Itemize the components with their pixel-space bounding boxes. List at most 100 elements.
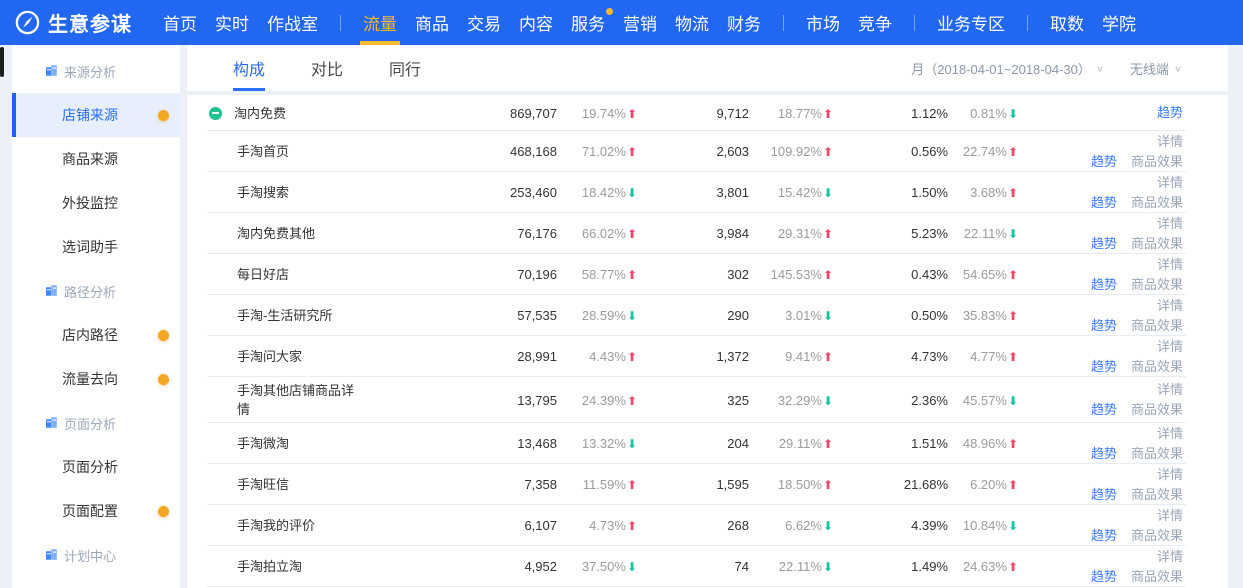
- detail-link[interactable]: 详情: [1157, 426, 1183, 441]
- trend-link[interactable]: 趋势: [1091, 195, 1117, 210]
- nav-item-物流[interactable]: 物流: [666, 0, 718, 45]
- detail-link[interactable]: 详情: [1157, 467, 1183, 482]
- product-effect-link[interactable]: 商品效果: [1131, 154, 1183, 169]
- nav-item-竞争[interactable]: 竞争: [849, 0, 901, 45]
- sidebar-section-路径分析: 路径分析: [12, 282, 116, 301]
- product-effect-link[interactable]: 商品效果: [1131, 487, 1183, 502]
- tab-构成[interactable]: 构成: [233, 45, 265, 91]
- nav-item-内容[interactable]: 内容: [510, 0, 562, 45]
- trend-link[interactable]: 趋势: [1091, 487, 1117, 502]
- nav-item-流量[interactable]: 流量: [354, 0, 406, 45]
- tab-label: 构成: [233, 56, 265, 80]
- trend-link[interactable]: 趋势: [1091, 402, 1117, 417]
- detail-link[interactable]: 详情: [1157, 257, 1183, 272]
- sidebar-row: 计划中心: [12, 533, 180, 577]
- detail-link[interactable]: 详情: [1157, 134, 1183, 149]
- sidebar-item-运营计划[interactable]: 运营计划: [12, 577, 180, 588]
- product-effect-link[interactable]: 商品效果: [1131, 402, 1183, 417]
- conversion-cell-value: 0.56%: [911, 144, 948, 159]
- buyers-change-cell: 15.42%⬇: [757, 185, 841, 200]
- tab-同行[interactable]: 同行: [389, 45, 421, 91]
- buyers-change-cell-value: 29.11%: [779, 436, 822, 451]
- tab-对比[interactable]: 对比: [311, 45, 343, 91]
- nav-item-作战室[interactable]: 作战室: [258, 0, 327, 45]
- trend-link[interactable]: 趋势: [1091, 528, 1117, 543]
- nav-item-市场[interactable]: 市场: [797, 0, 849, 45]
- detail-link[interactable]: 详情: [1157, 382, 1183, 397]
- actions-line: 详情: [1026, 214, 1183, 234]
- product-effect-link[interactable]: 商品效果: [1131, 277, 1183, 292]
- sidebar-item-流量去向[interactable]: 流量去向: [12, 357, 180, 401]
- source-name: 手淘拍立淘: [237, 557, 302, 576]
- detail-link[interactable]: 详情: [1157, 298, 1183, 313]
- nav-item-营销[interactable]: 营销: [614, 0, 666, 45]
- actions-line: 详情: [1026, 296, 1183, 316]
- brand[interactable]: 生意参谋: [14, 8, 132, 37]
- actions-line: 趋势商品效果: [1026, 357, 1183, 377]
- detail-link[interactable]: 详情: [1157, 508, 1183, 523]
- product-effect-link[interactable]: 商品效果: [1131, 528, 1183, 543]
- row-actions-cell: 详情趋势商品效果: [1026, 132, 1228, 172]
- sidebar-item-外投监控[interactable]: 外投监控: [12, 181, 180, 225]
- sidebar-item-店铺来源[interactable]: 店铺来源: [12, 93, 180, 137]
- nav-item-取数[interactable]: 取数: [1041, 0, 1093, 45]
- sidebar-item-页面配置[interactable]: 页面配置: [12, 489, 180, 533]
- detail-link[interactable]: 详情: [1157, 175, 1183, 190]
- buyers-cell: 268: [645, 518, 757, 533]
- trend-link[interactable]: 趋势: [1091, 236, 1117, 251]
- visitors-change-cell: 28.59%⬇: [557, 308, 645, 323]
- detail-link[interactable]: 详情: [1157, 216, 1183, 231]
- nav-item-服务[interactable]: 服务: [562, 0, 614, 45]
- trend-link[interactable]: 趋势: [1091, 154, 1117, 169]
- up-arrow-icon: ⬆: [823, 437, 833, 451]
- source-name-cell: 手淘微淘: [187, 434, 502, 453]
- conversion-cell: 0.50%: [841, 308, 956, 323]
- source-name: 手淘旺信: [237, 475, 289, 494]
- actions-line: 趋势商品效果: [1026, 316, 1183, 336]
- trend-link[interactable]: 趋势: [1091, 569, 1117, 584]
- actions-line: 详情: [1026, 506, 1183, 526]
- trend-link[interactable]: 趋势: [1091, 359, 1117, 374]
- product-effect-link[interactable]: 商品效果: [1131, 318, 1183, 333]
- detail-link[interactable]: 详情: [1157, 549, 1183, 564]
- nav-item-实时[interactable]: 实时: [206, 0, 258, 45]
- trend-link[interactable]: 趋势: [1091, 277, 1117, 292]
- table-row: 手淘首页468,16871.02%⬆2,603109.92%⬆0.56%22.7…: [187, 131, 1228, 172]
- product-effect-link[interactable]: 商品效果: [1131, 359, 1183, 374]
- nav-item-商品[interactable]: 商品: [406, 0, 458, 45]
- sidebar-item-选词助手[interactable]: 选词助手: [12, 225, 180, 269]
- nav-item-首页[interactable]: 首页: [154, 0, 206, 45]
- up-arrow-icon: ⬆: [1008, 560, 1018, 574]
- visitors-cell-value: 253,460: [510, 185, 557, 200]
- product-effect-link[interactable]: 商品效果: [1131, 446, 1183, 461]
- tab-bar: 构成 对比同行 月（2018-04-01~2018-04-30） ∨ 无线端 ∨: [187, 45, 1228, 91]
- trend-link[interactable]: 趋势: [1091, 318, 1117, 333]
- conversion-cell-value: 2.36%: [911, 393, 948, 408]
- nav-item-学院[interactable]: 学院: [1093, 0, 1145, 45]
- down-arrow-icon: ⬇: [823, 560, 833, 574]
- detail-link[interactable]: 详情: [1157, 339, 1183, 354]
- sidebar-item-店内路径[interactable]: 店内路径: [12, 313, 180, 357]
- left-scrollbar-track[interactable]: [0, 45, 12, 588]
- nav-item-财务[interactable]: 财务: [718, 0, 770, 45]
- up-arrow-icon: ⬆: [627, 519, 637, 533]
- date-range-select[interactable]: 月（2018-04-01~2018-04-30） ∨: [911, 59, 1104, 78]
- nav-item-label: 商品: [415, 10, 449, 35]
- sidebar-item-页面分析[interactable]: 页面分析: [12, 445, 180, 489]
- nav-divider: [783, 15, 784, 31]
- trend-link[interactable]: 趋势: [1157, 105, 1183, 120]
- trend-link[interactable]: 趋势: [1091, 446, 1117, 461]
- product-effect-link[interactable]: 商品效果: [1131, 195, 1183, 210]
- sidebar-item-商品来源[interactable]: 商品来源: [12, 137, 180, 181]
- brand-name: 生意参谋: [48, 8, 132, 37]
- visitors-change-cell-value: 58.77%: [582, 267, 626, 282]
- terminal-select[interactable]: 无线端 ∨: [1130, 59, 1182, 78]
- table-row: 手淘其他店铺商品详情13,79524.39%⬆32532.29%⬇2.36%45…: [187, 377, 1228, 423]
- sidebar-row: 店内路径: [12, 313, 180, 357]
- left-scrollbar-thumb[interactable]: [0, 47, 4, 77]
- product-effect-link[interactable]: 商品效果: [1131, 236, 1183, 251]
- nav-item-业务专区[interactable]: 业务专区: [928, 0, 1014, 45]
- collapse-icon[interactable]: [209, 107, 222, 120]
- product-effect-link[interactable]: 商品效果: [1131, 569, 1183, 584]
- nav-item-交易[interactable]: 交易: [458, 0, 510, 45]
